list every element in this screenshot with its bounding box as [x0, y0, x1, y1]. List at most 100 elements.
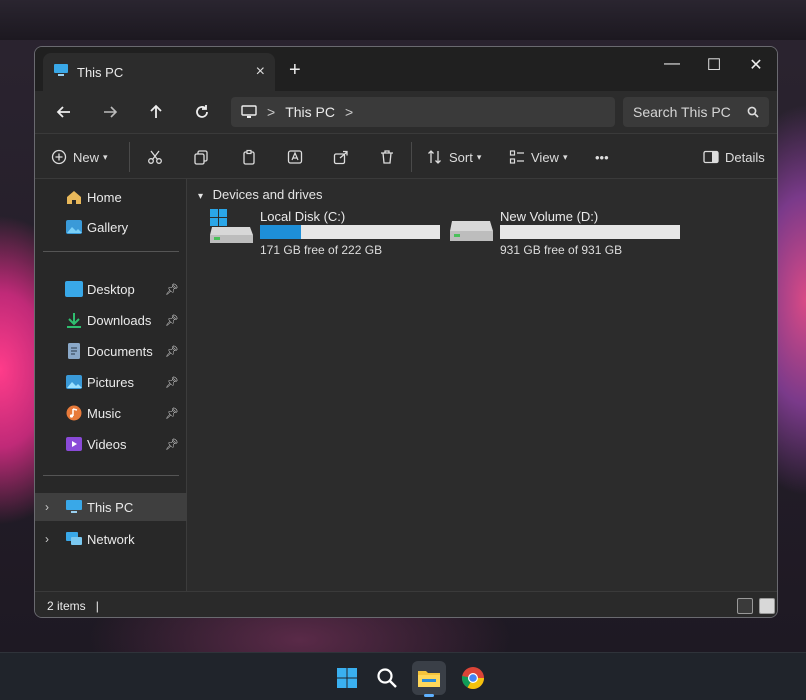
minimize-button[interactable]: —: [657, 55, 687, 73]
sidebar-item-label: This PC: [87, 499, 134, 515]
forward-button[interactable]: [95, 97, 125, 127]
chrome-icon: [462, 667, 484, 689]
sidebar-item-pictures[interactable]: Pictures 📌︎: [35, 368, 187, 396]
video-icon: [66, 437, 82, 451]
cut-button[interactable]: [147, 144, 163, 170]
monitor-icon: [241, 105, 257, 118]
view-label: View: [531, 149, 559, 165]
toolbar-divider: [129, 142, 130, 172]
group-header[interactable]: ▾ Devices and drives: [198, 187, 322, 202]
more-options-button[interactable]: •••: [595, 144, 609, 170]
pin-icon[interactable]: 📌︎: [165, 283, 179, 296]
title-bar: This PC × + — ☐ ✕: [35, 47, 777, 91]
start-button[interactable]: [330, 661, 364, 695]
drive-usage-fill: [260, 225, 302, 239]
pin-icon[interactable]: 📌︎: [165, 438, 179, 451]
share-button[interactable]: [333, 144, 349, 170]
close-tab-icon[interactable]: ×: [256, 63, 265, 81]
picture-icon: [66, 375, 82, 389]
rename-icon: [287, 150, 303, 164]
search-icon: [377, 668, 397, 688]
sidebar-divider: [43, 251, 179, 252]
sort-button[interactable]: Sort ▾: [427, 144, 481, 170]
search-placeholder: Search This PC: [633, 104, 731, 120]
gallery-icon: [66, 220, 82, 234]
breadcrumb-separator[interactable]: >: [345, 104, 353, 120]
content-pane: ▾ Devices and drives Local Disk (C:) 171…: [188, 179, 777, 591]
sidebar-item-label: Documents: [87, 343, 153, 359]
screen-bezel: [0, 0, 806, 40]
details-pane-icon: [703, 150, 719, 164]
search-input[interactable]: Search This PC: [623, 97, 769, 127]
sidebar-item-label: Downloads: [87, 312, 152, 328]
clipboard-icon: [243, 149, 255, 165]
sidebar-item-home[interactable]: Home: [35, 183, 187, 211]
sidebar-item-videos[interactable]: Videos 📌︎: [35, 430, 187, 458]
sidebar-item-documents[interactable]: Documents 📌︎: [35, 337, 187, 365]
new-button[interactable]: New ▾: [51, 144, 108, 170]
close-window-button[interactable]: ✕: [741, 55, 771, 75]
details-label: Details: [725, 149, 765, 165]
tiles-view-button[interactable]: [759, 598, 775, 614]
navigation-bar: > This PC > Search This PC: [35, 91, 777, 133]
sidebar-item-downloads[interactable]: Downloads 📌︎: [35, 306, 187, 334]
scissors-icon: [148, 150, 162, 164]
details-button[interactable]: Details: [703, 144, 765, 170]
item-count: 2 items: [47, 598, 86, 613]
taskbar-chrome[interactable]: [456, 661, 490, 695]
sort-label: Sort: [449, 149, 473, 165]
view-button[interactable]: View ▾: [509, 144, 567, 170]
sort-icon: [428, 150, 441, 164]
sidebar-item-gallery[interactable]: Gallery: [35, 213, 187, 241]
arrow-left-icon: [56, 106, 70, 118]
monitor-icon: [53, 63, 69, 82]
copy-button[interactable]: [193, 144, 209, 170]
drive-usage-bar: [500, 225, 680, 239]
windows-logo-icon: [337, 668, 357, 688]
sidebar-item-label: Gallery: [87, 219, 129, 235]
pin-icon[interactable]: 📌︎: [165, 376, 179, 389]
chevron-down-icon: ▾: [198, 191, 204, 202]
new-tab-button[interactable]: +: [289, 59, 301, 82]
status-cursor: |: [95, 598, 99, 613]
rename-button[interactable]: [287, 144, 303, 170]
toolbar-divider: [411, 142, 412, 172]
maximize-button[interactable]: ☐: [699, 55, 729, 75]
search-icon: [747, 106, 759, 118]
chevron-right-icon[interactable]: ›: [45, 532, 49, 546]
plus-circle-icon: [51, 149, 67, 165]
sidebar-item-desktop[interactable]: Desktop 📌︎: [35, 275, 187, 303]
desktop-icon: [65, 281, 83, 297]
view-icon: [509, 150, 524, 164]
drive-local-disk-c[interactable]: Local Disk (C:) 171 GB free of 222 GB: [210, 209, 440, 261]
drive-new-volume-d[interactable]: New Volume (D:) 931 GB free of 931 GB: [450, 209, 680, 261]
tab-this-pc[interactable]: This PC ×: [43, 53, 275, 91]
refresh-button[interactable]: [187, 97, 217, 127]
sidebar-item-label: Desktop: [87, 281, 135, 297]
taskbar-file-explorer[interactable]: [412, 661, 446, 697]
sidebar-item-network[interactable]: › Network: [35, 525, 187, 553]
chevron-down-icon: ▾: [476, 151, 482, 162]
back-button[interactable]: [49, 97, 79, 127]
up-button[interactable]: [141, 97, 171, 127]
sidebar-item-music[interactable]: Music 📌︎: [35, 399, 187, 427]
details-view-button[interactable]: [737, 598, 753, 614]
pin-icon[interactable]: 📌︎: [165, 345, 179, 358]
drive-name: Local Disk (C:): [260, 209, 346, 224]
monitor-icon: [66, 500, 82, 513]
music-icon: [66, 405, 82, 421]
address-bar[interactable]: > This PC >: [231, 97, 615, 127]
drive-free-space: 171 GB free of 222 GB: [260, 243, 383, 257]
pin-icon[interactable]: 📌︎: [165, 407, 179, 420]
status-bar: 2 items |: [35, 591, 777, 617]
trash-icon: [381, 150, 393, 164]
breadcrumb-this-pc[interactable]: This PC: [285, 104, 335, 120]
paste-button[interactable]: [241, 144, 257, 170]
pin-icon[interactable]: 📌︎: [165, 314, 179, 327]
download-icon: [67, 313, 81, 328]
sidebar-item-this-pc[interactable]: › This PC: [35, 493, 187, 521]
chevron-down-icon: ▾: [103, 151, 108, 162]
chevron-right-icon[interactable]: ›: [45, 500, 49, 514]
taskbar-search-button[interactable]: [370, 661, 404, 695]
delete-button[interactable]: [379, 144, 395, 170]
